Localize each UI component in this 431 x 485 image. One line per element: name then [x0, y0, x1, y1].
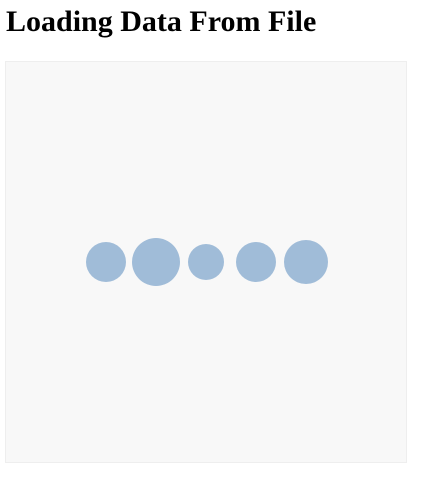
- data-circle-4: [236, 242, 276, 282]
- data-circle-2: [132, 238, 180, 286]
- page-title: Loading Data From File: [6, 5, 317, 38]
- data-circle-1: [86, 242, 126, 282]
- circles-svg: [86, 238, 328, 286]
- data-canvas: [5, 61, 407, 463]
- data-circle-5: [284, 240, 328, 284]
- data-circle-3: [188, 244, 224, 280]
